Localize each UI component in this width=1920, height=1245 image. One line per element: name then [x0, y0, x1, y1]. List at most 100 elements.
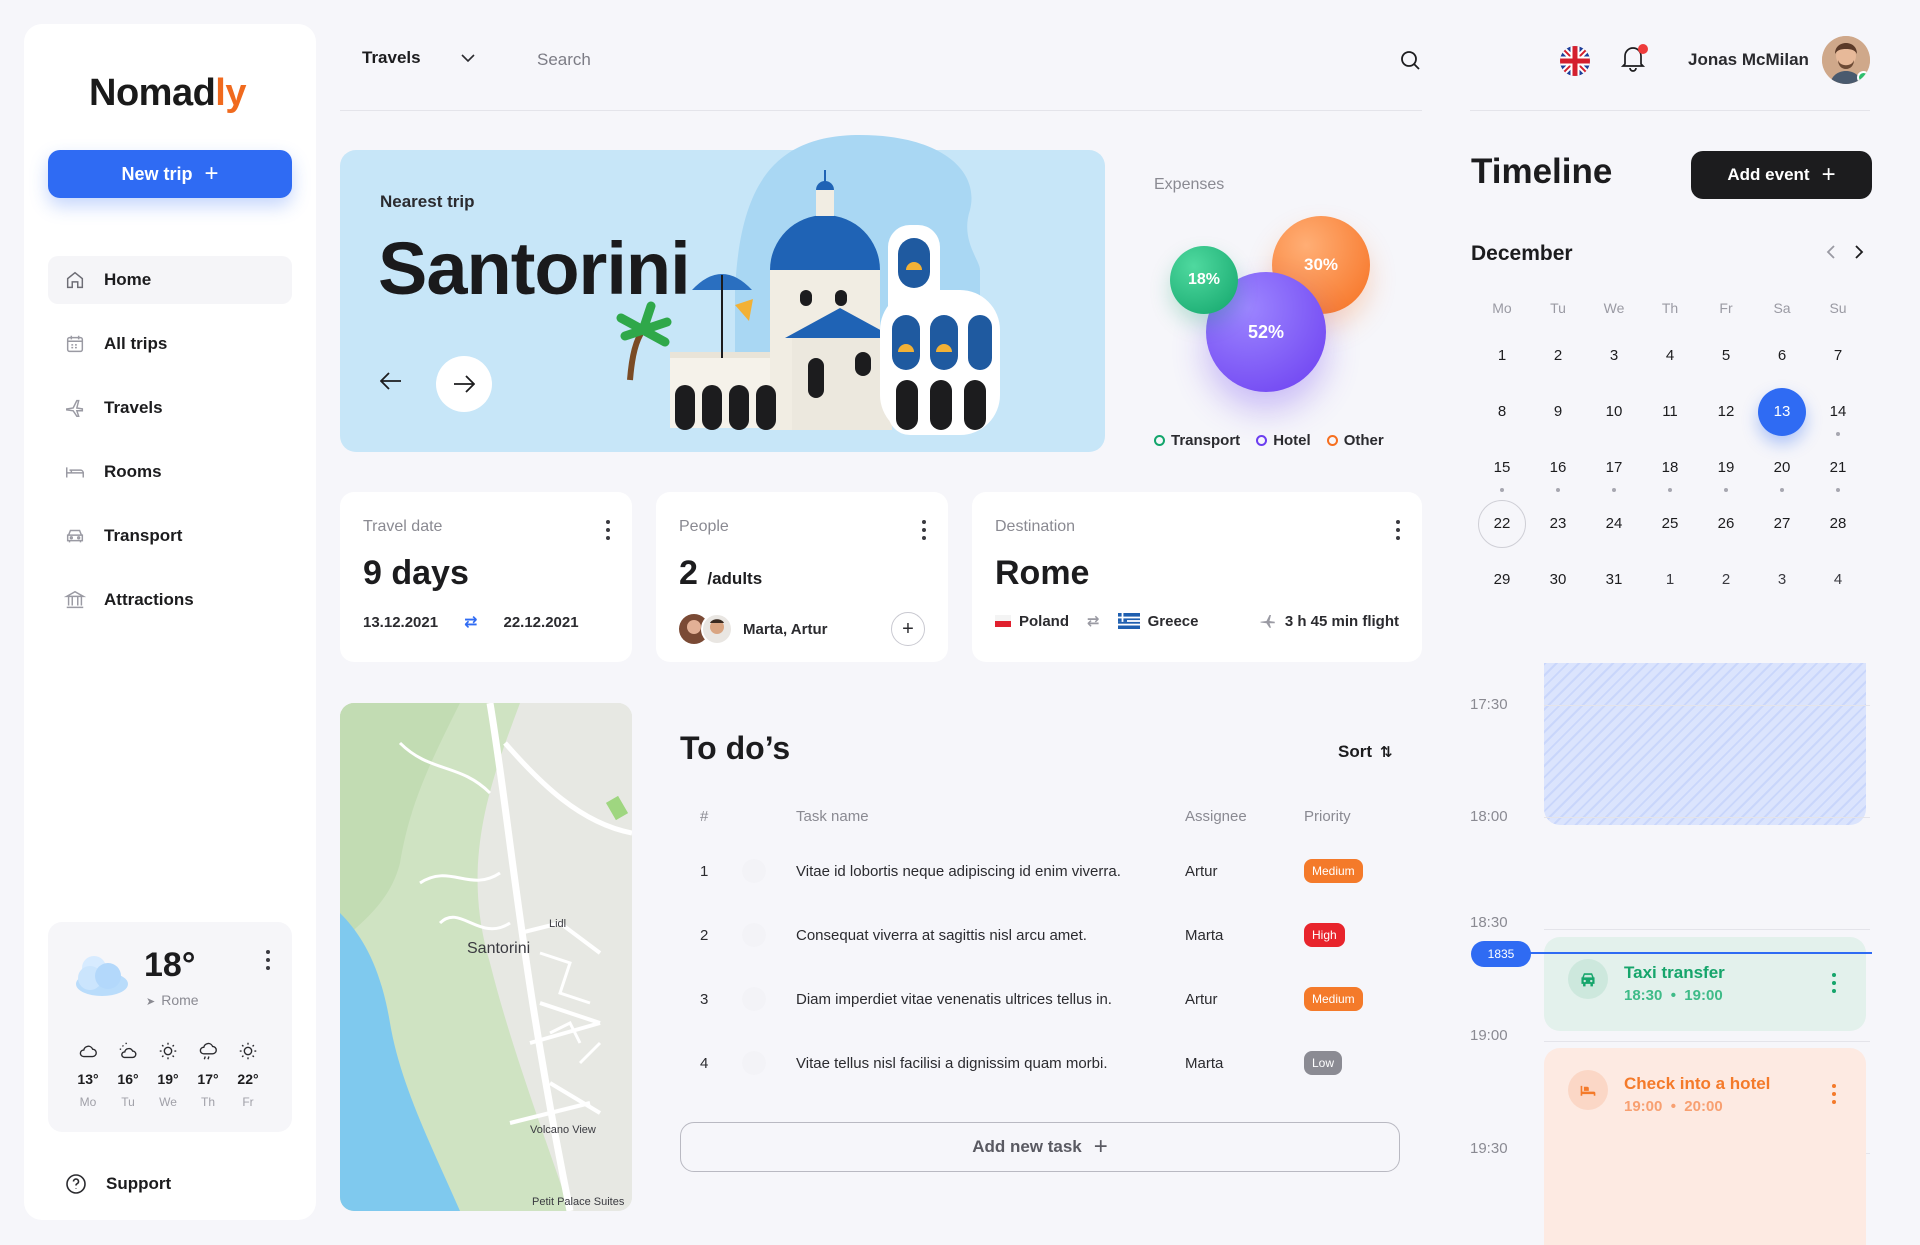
bed-icon	[66, 467, 84, 478]
table-row[interactable]: 3 Diam imperdiet vitae venenatis ultrice…	[680, 979, 1400, 1019]
sidebar-item-all-trips[interactable]: All trips	[48, 320, 292, 368]
calendar-day[interactable]: 17	[1586, 444, 1642, 492]
calendar-day[interactable]: 29	[1474, 556, 1530, 604]
calendar-day[interactable]: 22	[1474, 500, 1530, 548]
current-time-badge: 1835	[1471, 941, 1531, 967]
sort-button[interactable]: Sort ⇅	[1338, 742, 1393, 762]
forecast-day: 17° Th	[188, 1040, 228, 1109]
calendar-day[interactable]: 18	[1642, 444, 1698, 492]
calendar-day[interactable]: 3	[1754, 556, 1810, 604]
sidebar-item-travels[interactable]: Travels	[48, 384, 292, 432]
calendar-day[interactable]: 4	[1642, 332, 1698, 380]
calendar-day[interactable]: 16	[1530, 444, 1586, 492]
row-num: 4	[700, 1055, 709, 1072]
trip-map[interactable]: Santorini Lidl Volcano View Petit Palace…	[340, 703, 632, 1211]
task-name: Vitae id lobortis neque adipiscing id en…	[796, 863, 1121, 880]
legend-item-hotel: Hotel	[1256, 432, 1311, 449]
chevron-left-icon[interactable]	[1826, 244, 1836, 260]
sidebar-item-transport[interactable]: Transport	[48, 512, 292, 560]
task-name: Vitae tellus nisl facilisi a dignissim q…	[796, 1055, 1108, 1072]
calendar-day[interactable]: 31	[1586, 556, 1642, 604]
more-icon[interactable]	[1832, 973, 1836, 993]
calendar-day[interactable]: 2	[1698, 556, 1754, 604]
task-checkbox[interactable]	[742, 1051, 766, 1075]
expense-bubble-transport[interactable]: 18%	[1170, 246, 1238, 314]
more-icon[interactable]	[606, 520, 610, 540]
calendar-day[interactable]: 1	[1642, 556, 1698, 604]
card-label: People	[679, 518, 729, 535]
calendar-day[interactable]: 7	[1810, 332, 1866, 380]
car-icon	[66, 529, 84, 543]
hour-line	[1544, 705, 1870, 706]
card-value: 9 days	[363, 554, 469, 592]
calendar-day[interactable]: 26	[1698, 500, 1754, 548]
forecast-day-label: We	[159, 1095, 177, 1109]
calendar-day[interactable]: 14	[1810, 388, 1866, 436]
search-input[interactable]: Search	[537, 50, 591, 70]
calendar-day[interactable]: 28	[1810, 500, 1866, 548]
calendar-day[interactable]: 5	[1698, 332, 1754, 380]
event-check-into-hotel[interactable]: Check into a hotel 19:00 • 20:00	[1544, 1048, 1866, 1245]
new-trip-button[interactable]: New trip +	[48, 150, 292, 198]
calendar-day[interactable]: 30	[1530, 556, 1586, 604]
calendar-day[interactable]: 4	[1810, 556, 1866, 604]
table-row[interactable]: 4 Vitae tellus nisl facilisi a dignissim…	[680, 1043, 1400, 1083]
priority-badge: Medium	[1304, 987, 1363, 1011]
calendar-day[interactable]: 12	[1698, 388, 1754, 436]
calendar-day[interactable]: 11	[1642, 388, 1698, 436]
chevron-right-icon[interactable]	[1854, 244, 1864, 260]
sidebar-item-attractions[interactable]: Attractions	[48, 576, 292, 624]
add-task-button[interactable]: Add new task +	[680, 1122, 1400, 1172]
add-event-button[interactable]: Add event +	[1691, 151, 1872, 199]
calendar-day[interactable]: 27	[1754, 500, 1810, 548]
calendar-day[interactable]: 1	[1474, 332, 1530, 380]
calendar-day[interactable]: 24	[1586, 500, 1642, 548]
calendar-day[interactable]: 15	[1474, 444, 1530, 492]
task-checkbox[interactable]	[742, 987, 766, 1011]
forecast-temp: 13°	[77, 1071, 99, 1087]
avatar[interactable]	[1822, 36, 1870, 84]
calendar-day[interactable]: 10	[1586, 388, 1642, 436]
more-icon[interactable]	[266, 950, 270, 970]
calendar-day[interactable]: 9	[1530, 388, 1586, 436]
people-list: Marta, Artur +	[679, 612, 925, 646]
support-link[interactable]: Support	[64, 1172, 171, 1196]
task-name: Diam imperdiet vitae venenatis ultrices …	[796, 991, 1112, 1008]
forecast-day: 19° We	[148, 1040, 188, 1109]
app-logo[interactable]: Nomadly	[89, 72, 246, 115]
sun-icon	[159, 1042, 177, 1060]
sidebar-item-home[interactable]: Home	[48, 256, 292, 304]
calendar-day[interactable]: 3	[1586, 332, 1642, 380]
more-icon[interactable]	[1832, 1084, 1836, 1104]
more-icon[interactable]	[1396, 520, 1400, 540]
calendar-day[interactable]: 6	[1754, 332, 1810, 380]
add-person-button[interactable]: +	[891, 612, 925, 646]
sidebar-item-label: Home	[104, 270, 152, 289]
calendar-day[interactable]: 25	[1642, 500, 1698, 548]
task-checkbox[interactable]	[742, 859, 766, 883]
table-row[interactable]: 2 Consequat viverra at sagittis nisl arc…	[680, 915, 1400, 955]
table-row[interactable]: 1 Vitae id lobortis neque adipiscing id …	[680, 851, 1400, 891]
calendar-day[interactable]: 20	[1754, 444, 1810, 492]
calendar-day[interactable]: 23	[1530, 500, 1586, 548]
more-icon[interactable]	[922, 520, 926, 540]
user-name[interactable]: Jonas McMilan	[1688, 50, 1809, 70]
col-priority: Priority	[1304, 808, 1351, 825]
calendar-day[interactable]: 21	[1810, 444, 1866, 492]
travels-select[interactable]: Travels	[362, 48, 475, 68]
sidebar-item-rooms[interactable]: Rooms	[48, 448, 292, 496]
uk-flag-icon[interactable]	[1560, 46, 1590, 76]
search-icon[interactable]	[1398, 48, 1422, 72]
weather-forecast: 13° Mo 16° Tu 19° We 17° Th 22° Fr	[68, 1040, 268, 1109]
event-dot	[1612, 488, 1616, 492]
weekday-label: Sa	[1773, 300, 1791, 316]
date-to: 22.12.2021	[503, 613, 579, 631]
notifications-button[interactable]	[1620, 44, 1648, 77]
calendar-day[interactable]: 2	[1530, 332, 1586, 380]
task-assignee: Marta	[1185, 927, 1224, 944]
task-checkbox[interactable]	[742, 923, 766, 947]
event-title: Check into a hotel	[1624, 1074, 1771, 1093]
calendar-day[interactable]: 8	[1474, 388, 1530, 436]
calendar-day[interactable]: 13	[1754, 388, 1810, 436]
calendar-day[interactable]: 19	[1698, 444, 1754, 492]
